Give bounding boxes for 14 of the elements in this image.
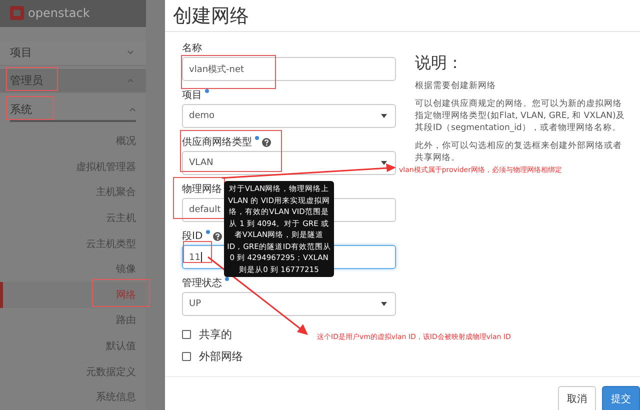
field-label: 管理状态	[182, 276, 222, 290]
description-text: 此外，你可以勾选相应的复选框来创建外部网络或者共享网络。	[415, 140, 623, 164]
checkbox-label: 共享的	[199, 326, 232, 342]
description-text: 可以创建供应商规定的网络。您可以为新的虚拟网络指定物理网络类型(如Flat, VLAN, GRE, 和 VXLAN)及其段ID（segmentation_id），或者物理网络名称。	[415, 98, 626, 134]
checkbox-label: 外部网络	[199, 348, 243, 364]
field-label: 物理网络	[182, 183, 222, 196]
field-label: 段ID	[182, 230, 203, 243]
description-heading: 说明：	[415, 53, 464, 74]
field-label: 项目	[182, 89, 202, 102]
field-label: 供应商网络类型	[182, 136, 252, 149]
dialog-title: 创建网络	[173, 4, 249, 28]
logo-text: openstack	[28, 6, 90, 20]
description-text: 根据需要创建新网络	[415, 80, 497, 92]
field-label: 名称	[182, 42, 202, 55]
